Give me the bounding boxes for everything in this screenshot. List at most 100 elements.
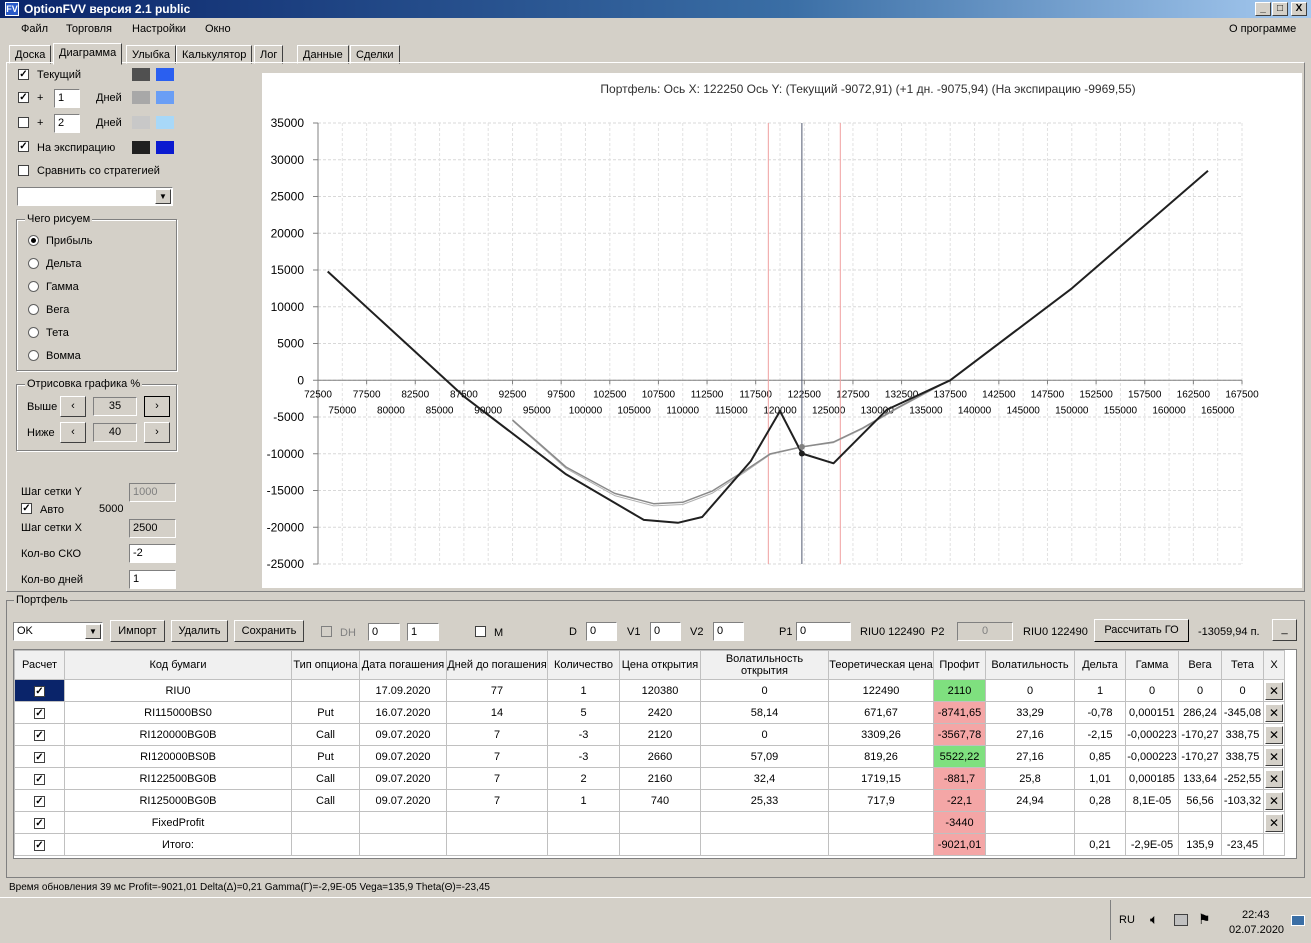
col-header[interactable]: X [1263,650,1285,680]
speaker-icon[interactable]: 🔈︎ [1150,911,1158,928]
col-header[interactable]: Количество [547,650,620,680]
delete-row-button[interactable]: ✕ [1265,725,1283,744]
menu-file[interactable]: Файл [21,23,48,35]
collapse-button[interactable]: _ [1272,619,1297,641]
calc-cell[interactable]: ✓ [14,833,65,856]
compare-strategy-select[interactable] [17,187,173,206]
dh-spin-2[interactable]: 1 [407,623,439,641]
v1-input[interactable]: 0 [650,622,681,641]
table-row[interactable]: ✓ RI115000BS0 Put 16.07.2020 14 5 2420 58,14 671… [14,701,1285,724]
col-header[interactable]: Расчет [14,650,65,680]
menu-window[interactable]: Окно [205,23,231,35]
current-checkbox[interactable]: ✓ [18,69,29,80]
compare-checkbox[interactable] [18,165,29,176]
show-desktop-icon[interactable] [1291,915,1305,926]
col-header[interactable]: Тета [1221,650,1264,680]
calc-cell[interactable]: ✓ [14,767,65,790]
dh-spin-1[interactable]: 0 [368,623,400,641]
plus2-checkbox[interactable] [18,117,29,128]
calc-cell[interactable]: ✓ [14,789,65,812]
plus1-color-1[interactable] [132,91,150,104]
plus2-color-2[interactable] [156,116,174,129]
language-indicator[interactable]: RU [1119,914,1135,926]
clock-date[interactable]: 02.07.2020 [1229,924,1284,936]
pnl-chart[interactable]: Портфель: Ось X: 122250 Ось Y: (Текущий … [262,73,1302,588]
radio-gamma[interactable] [28,281,39,292]
tab-diagram[interactable]: Диаграмма [53,43,123,65]
calc-checkbox[interactable]: ✓ [34,773,45,785]
import-button[interactable]: Импорт [110,620,165,642]
plus2-days-input[interactable]: 2 [54,114,80,133]
col-header[interactable]: Теоретическая цена [828,650,934,680]
radio-delta[interactable] [28,258,39,269]
calc-checkbox[interactable]: ✓ [34,729,45,741]
delete-row-button[interactable]: ✕ [1265,681,1283,700]
col-header[interactable]: Тип опциона [291,650,360,680]
flag-icon[interactable]: ⚑ [1198,911,1211,928]
table-row[interactable]: ✓ RI120000BG0B Call 09.07.2020 7 -3 2120 0 3309,… [14,723,1285,746]
radio-theta[interactable] [28,327,39,338]
plus1-days-input[interactable]: 1 [54,89,80,108]
d-input[interactable]: 0 [586,622,617,641]
delete-row-button[interactable]: ✕ [1265,703,1283,722]
m-checkbox[interactable] [475,626,486,637]
auto-checkbox[interactable]: ✓ [21,503,32,514]
minimize-button[interactable]: _ [1255,2,1271,16]
above-increase-button[interactable]: › [144,396,170,417]
below-increase-button[interactable]: › [144,422,170,443]
dropdown-arrow-icon[interactable]: ▼ [155,189,171,204]
save-button[interactable]: Сохранить [234,620,304,642]
calc-cell[interactable]: ✓ [14,723,65,746]
radio-profit[interactable] [28,235,39,246]
menu-about[interactable]: О программе [1229,23,1296,35]
table-row[interactable]: ✓ Итого: -9021,01 0,21 -2,9E-05 135,9 -23,45 [14,833,1285,856]
col-header[interactable]: Профит [933,650,986,680]
chart-area[interactable]: Портфель: Ось X: 122250 Ось Y: (Текущий … [262,73,1302,588]
days-count-input[interactable]: 1 [129,570,176,589]
plus1-checkbox[interactable]: ✓ [18,92,29,103]
col-header[interactable]: Дней до погашения [446,650,548,680]
expiry-color-2[interactable] [156,141,174,154]
close-button[interactable]: X [1291,2,1307,16]
delete-button[interactable]: Удалить [171,620,228,642]
calc-checkbox[interactable]: ✓ [34,751,45,763]
delete-row-button[interactable]: ✕ [1265,813,1283,832]
col-header[interactable]: Гамма [1125,650,1179,680]
col-header[interactable]: Код бумаги [64,650,292,680]
col-header[interactable]: Дата погашения [359,650,447,680]
below-decrease-button[interactable]: ‹ [60,422,86,443]
portfolio-dropdown-icon[interactable]: ▼ [85,624,101,639]
radio-vega[interactable] [28,304,39,315]
clock-time[interactable]: 22:43 [1242,909,1270,921]
calc-checkbox[interactable]: ✓ [34,817,45,829]
expiry-color-1[interactable] [132,141,150,154]
network-icon[interactable] [1174,914,1188,926]
calc-cell[interactable]: ✓ [14,811,65,834]
calc-checkbox[interactable]: ✓ [34,707,45,719]
v2-input[interactable]: 0 [713,622,744,641]
col-header[interactable]: Волатильность открытия [700,650,829,680]
p1-input[interactable]: 0 [796,622,851,641]
calc-cell[interactable]: ✓ [14,701,65,724]
col-header[interactable]: Цена открытия [619,650,701,680]
plus1-color-2[interactable] [156,91,174,104]
table-row[interactable]: ✓ RI120000BS0B Put 09.07.2020 7 -3 2660 57,09 81… [14,745,1285,768]
above-decrease-button[interactable]: ‹ [60,396,86,417]
col-header[interactable]: Дельта [1074,650,1126,680]
table-row[interactable]: ✓ RI122500BG0B Call 09.07.2020 7 2 2160 32,4 171… [14,767,1285,790]
calc-cell[interactable]: ✓ [14,745,65,768]
plus2-color-1[interactable] [132,116,150,129]
calculate-go-button[interactable]: Рассчитать ГО [1094,619,1189,642]
maximize-button[interactable]: □ [1272,2,1288,16]
calc-cell[interactable]: ✓ [14,679,65,702]
delete-row-button[interactable]: ✕ [1265,791,1283,810]
col-header[interactable]: Вега [1178,650,1222,680]
col-header[interactable]: Волатильность [985,650,1075,680]
current-color-1[interactable] [132,68,150,81]
calc-checkbox[interactable]: ✓ [34,839,45,851]
menu-trading[interactable]: Торговля [66,23,112,35]
delete-row-button[interactable]: ✕ [1265,769,1283,788]
grid-x-input[interactable]: 2500 [129,519,176,538]
sko-input[interactable]: -2 [129,544,176,563]
delete-row-button[interactable]: ✕ [1265,747,1283,766]
